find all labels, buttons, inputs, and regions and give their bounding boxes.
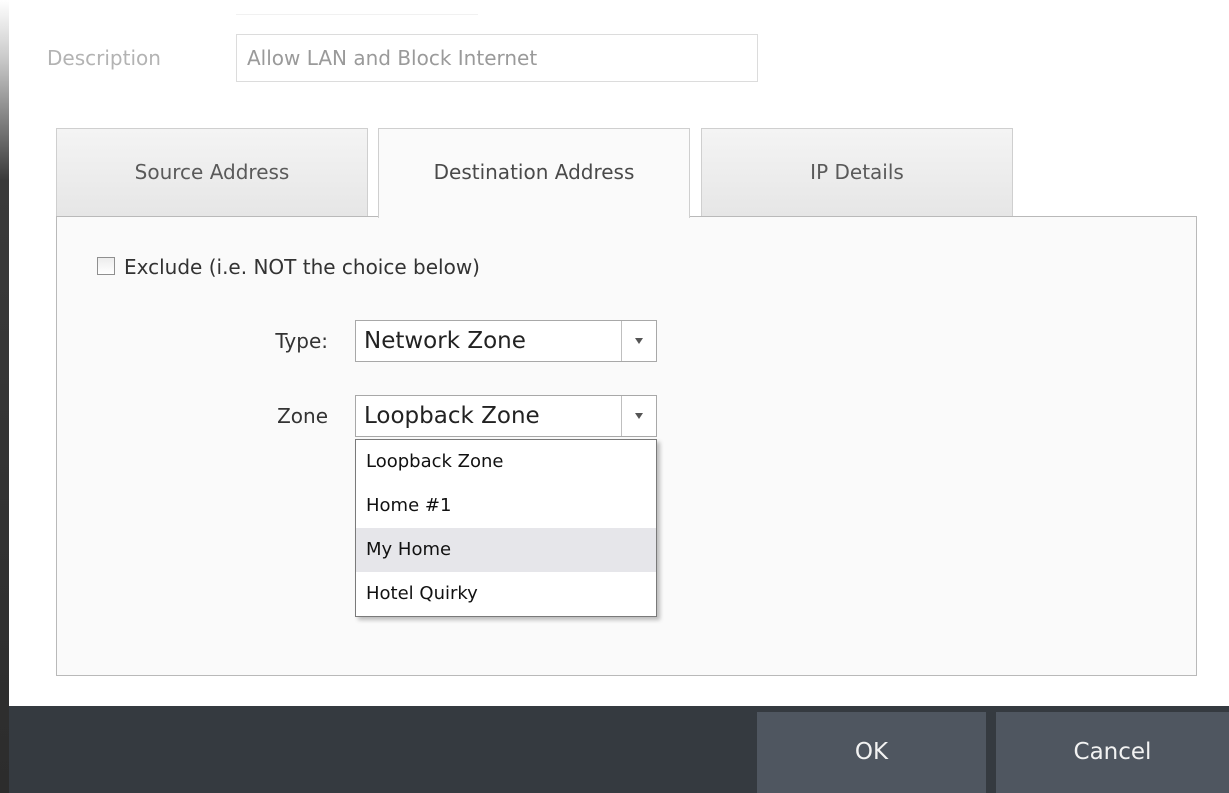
zone-label: Zone <box>277 404 328 428</box>
zone-option-loopback-zone[interactable]: Loopback Zone <box>356 440 656 484</box>
ok-button[interactable]: OK <box>757 712 986 793</box>
header-area <box>236 0 478 15</box>
type-dropdown-button[interactable] <box>621 321 656 361</box>
zone-dropdown-button[interactable] <box>621 396 656 436</box>
zone-option-hotel-quirky[interactable]: Hotel Quirky <box>356 572 656 616</box>
description-input[interactable] <box>236 34 758 82</box>
tab-ip-details[interactable]: IP Details <box>701 128 1013 216</box>
chevron-down-icon <box>635 338 643 344</box>
tab-source-address[interactable]: Source Address <box>56 128 368 216</box>
chevron-down-icon <box>635 413 643 419</box>
type-label: Type: <box>275 329 328 353</box>
tab-destination-address[interactable]: Destination Address <box>378 128 690 218</box>
zone-select[interactable]: Loopback Zone <box>355 395 657 437</box>
zone-option-my-home[interactable]: My Home <box>356 528 656 572</box>
description-label: Description <box>47 46 161 70</box>
exclude-checkbox[interactable] <box>97 257 115 275</box>
type-select-value: Network Zone <box>364 328 526 354</box>
zone-option-home-1[interactable]: Home #1 <box>356 484 656 528</box>
type-select[interactable]: Network Zone <box>355 320 657 362</box>
zone-dropdown-list: Loopback Zone Home #1 My Home Hotel Quir… <box>355 439 657 617</box>
cancel-button[interactable]: Cancel <box>996 712 1229 793</box>
exclude-label: Exclude (i.e. NOT the choice below) <box>124 255 480 279</box>
zone-select-value: Loopback Zone <box>364 403 540 429</box>
window-edge <box>0 0 9 793</box>
